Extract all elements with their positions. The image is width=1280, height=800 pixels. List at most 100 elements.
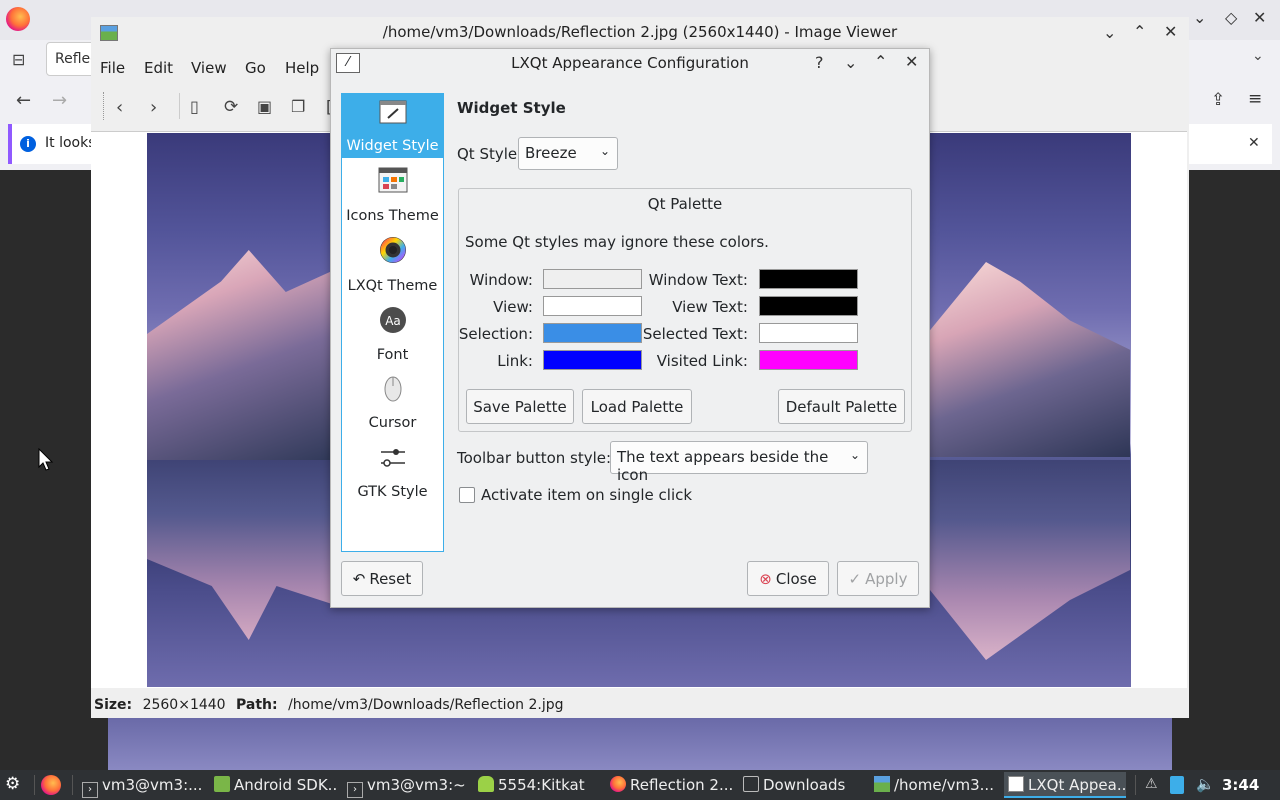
back-arrow-icon[interactable]: ← <box>16 90 31 111</box>
taskbar-item-label: vm3@vm3:... <box>102 776 203 794</box>
background-image-strip <box>108 718 1172 770</box>
volume-icon[interactable]: 🔈 <box>1196 775 1215 793</box>
previous-icon[interactable]: ‹ <box>116 97 123 118</box>
notification-tray-icon[interactable]: ⚠ <box>1145 776 1158 792</box>
toolbar-style-select[interactable]: The text appears beside the icon ⌄ <box>610 441 868 484</box>
forward-arrow-icon[interactable]: → <box>52 90 67 111</box>
close-icon[interactable]: ✕ <box>1164 22 1177 41</box>
save-palette-button[interactable]: Save Palette <box>466 389 574 424</box>
sidebar-item-icons-theme[interactable]: Icons Theme <box>342 160 443 228</box>
sidebar-item-cursor[interactable]: Cursor <box>342 370 443 436</box>
firefox-logo-icon[interactable] <box>6 7 30 31</box>
main-menu-icon[interactable]: ⚙ <box>5 774 20 794</box>
selection-color-label: Selection: <box>458 325 533 343</box>
sidebar-item-label: Icons Theme <box>346 208 439 224</box>
taskbar-item-terminal-1[interactable]: › vm3@vm3:... <box>82 772 207 798</box>
open-file-icon[interactable]: ▯ <box>190 97 199 116</box>
qt-style-label: Qt Style <box>457 145 518 163</box>
android-sdk-icon <box>214 776 230 792</box>
save-as-icon[interactable]: ▣ <box>257 97 272 116</box>
link-color-label: Link: <box>497 352 533 370</box>
chevron-down-icon: ⌄ <box>849 448 860 462</box>
view-color-label: View: <box>493 298 533 316</box>
window-text-color-label: Window Text: <box>648 271 748 289</box>
qt-style-select[interactable]: Breeze ⌄ <box>518 137 618 170</box>
size-label: Size: <box>94 697 133 713</box>
visited-link-color-label: Visited Link: <box>656 352 748 370</box>
taskbar-item-downloads[interactable]: Downloads <box>743 772 865 798</box>
terminal-icon: › <box>347 782 363 798</box>
menu-go[interactable]: Go <box>245 59 266 77</box>
hamburger-menu-icon[interactable]: ≡ <box>1248 89 1262 109</box>
copy-icon[interactable]: ❐ <box>291 97 305 116</box>
single-click-checkbox[interactable] <box>459 487 475 503</box>
menu-view[interactable]: View <box>191 59 227 77</box>
minimize-icon[interactable]: ⌄ <box>1103 23 1116 42</box>
icons-theme-icon <box>378 166 408 194</box>
svg-text:Aa: Aa <box>385 314 401 328</box>
taskbar-item-appearance[interactable]: LXQt Appea... <box>1004 772 1126 798</box>
view-text-color-label: View Text: <box>672 298 748 316</box>
palette-note: Some Qt styles may ignore these colors. <box>465 233 769 251</box>
default-palette-button[interactable]: Default Palette <box>778 389 905 424</box>
taskbar-item-terminal-2[interactable]: › vm3@vm3:~ <box>347 772 467 798</box>
mouse-pointer-icon <box>38 447 54 476</box>
taskbar-item-android-sdk[interactable]: Android SDK... <box>214 772 338 798</box>
removable-media-icon[interactable] <box>1170 776 1184 794</box>
view-text-color-swatch[interactable] <box>759 296 858 316</box>
notification-close-icon[interactable]: ✕ <box>1248 135 1260 151</box>
undo-icon: ↶ <box>352 570 366 588</box>
menu-help[interactable]: Help <box>285 59 319 77</box>
taskbar-item-label: Reflection 2... <box>630 776 734 794</box>
taskbar-separator <box>72 775 73 795</box>
apply-button[interactable]: ✓ Apply <box>837 561 919 596</box>
list-all-tabs-icon[interactable]: ⌄ <box>1252 48 1264 64</box>
terminal-icon: › <box>82 782 98 798</box>
help-icon[interactable]: ? <box>815 53 824 72</box>
sidebar-item-widget-style[interactable]: Widget Style <box>342 94 443 158</box>
sidebar-item-label: GTK Style <box>357 484 428 500</box>
taskbar-item-label: Android SDK... <box>234 776 338 794</box>
menu-file[interactable]: File <box>100 59 125 77</box>
taskbar-item-firefox[interactable]: Reflection 2... <box>610 772 734 798</box>
close-button[interactable]: ⊗ Close <box>747 561 829 596</box>
selected-text-color-swatch[interactable] <box>759 323 858 343</box>
apply-button-label: Apply <box>865 570 908 588</box>
clock[interactable]: 3:44 <box>1222 776 1259 794</box>
taskbar-item-emulator[interactable]: 5554:Kitkat <box>478 772 602 798</box>
minimize-icon[interactable]: ⌄ <box>844 53 857 72</box>
path-value: /home/vm3/Downloads/Reflection 2.jpg <box>288 697 564 713</box>
dialog-title: LXQt Appearance Configuration <box>511 54 749 72</box>
font-icon: Aa <box>378 306 408 334</box>
taskbar-separator <box>34 775 35 795</box>
close-icon[interactable]: ✕ <box>905 52 918 71</box>
reset-button-label: Reset <box>369 570 412 588</box>
reset-button[interactable]: ↶ Reset <box>341 561 423 596</box>
visited-link-color-swatch[interactable] <box>759 350 858 370</box>
taskbar-item-label: vm3@vm3:~ <box>367 776 466 794</box>
tab-list-icon[interactable]: ⊟ <box>12 50 25 69</box>
taskbar-item-label: 5554:Kitkat <box>498 776 585 794</box>
restore-icon[interactable]: ◇ <box>1225 8 1237 27</box>
menu-edit[interactable]: Edit <box>144 59 173 77</box>
extensions-icon[interactable]: ⇪ <box>1211 90 1225 110</box>
info-icon: i <box>20 136 36 152</box>
sidebar-item-gtk-style[interactable]: GTK Style <box>342 438 443 504</box>
firefox-launcher-icon[interactable] <box>41 775 61 795</box>
toolbar-handle[interactable] <box>103 92 106 120</box>
load-palette-button[interactable]: Load Palette <box>582 389 692 424</box>
status-bar: Size: 2560×1440 Path: /home/vm3/Download… <box>91 694 1189 718</box>
maximize-icon[interactable]: ⌃ <box>874 52 887 71</box>
minimize-icon[interactable]: ⌄ <box>1193 8 1206 27</box>
close-circle-icon: ⊗ <box>759 570 772 588</box>
size-value: 2560×1440 <box>142 697 226 713</box>
next-icon[interactable]: › <box>150 97 157 118</box>
checkmark-icon: ✓ <box>848 570 862 588</box>
window-text-color-swatch[interactable] <box>759 269 858 289</box>
taskbar-item-image-viewer[interactable]: /home/vm3... <box>874 772 998 798</box>
maximize-icon[interactable]: ⌃ <box>1133 22 1146 41</box>
close-icon[interactable]: ✕ <box>1253 8 1266 27</box>
toolbar-separator <box>179 93 180 119</box>
folder-icon <box>743 776 759 792</box>
reload-icon[interactable]: ⟳ <box>224 97 238 117</box>
